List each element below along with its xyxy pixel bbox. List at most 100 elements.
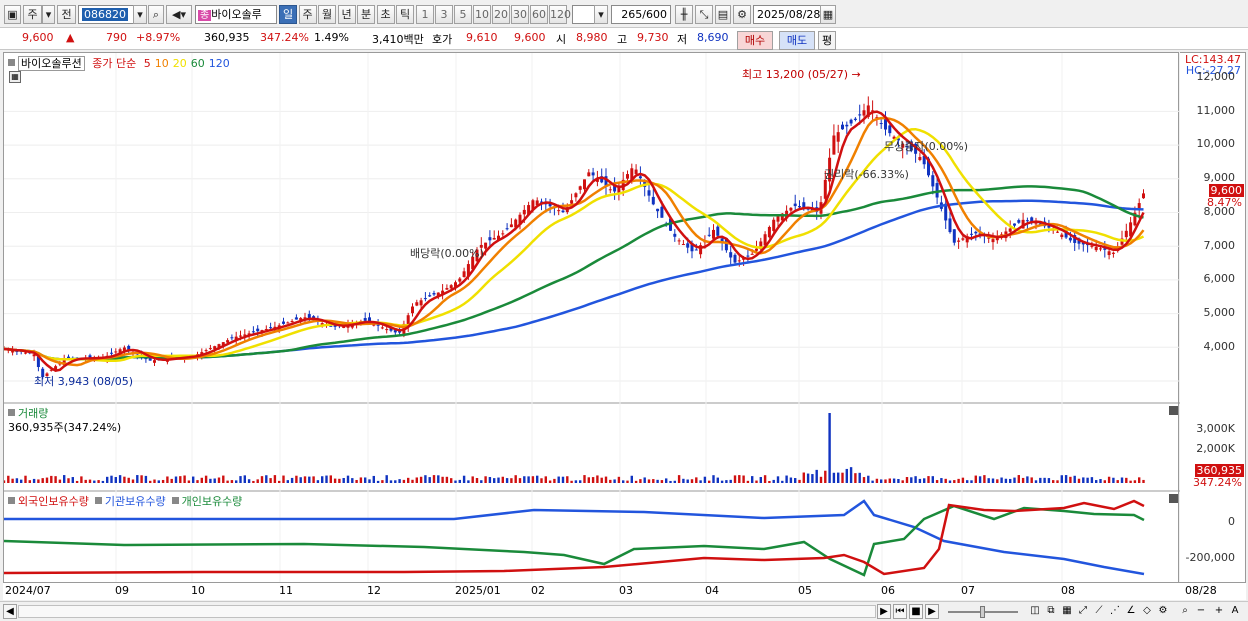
count-field[interactable]: 265/600 bbox=[611, 5, 671, 24]
panel-close-icon[interactable] bbox=[1169, 406, 1178, 415]
volume-bar bbox=[905, 477, 909, 483]
volume-bar bbox=[1009, 478, 1012, 483]
volume-bar bbox=[402, 479, 406, 483]
volume-bar bbox=[591, 477, 595, 483]
count-total: /600 bbox=[642, 8, 667, 21]
volume-bar bbox=[725, 480, 728, 483]
eval-button[interactable]: 평 bbox=[818, 31, 836, 50]
price-panel-title[interactable]: 바이오솔루션 bbox=[18, 56, 85, 71]
zoom-search-icon[interactable]: ⌕ bbox=[1178, 604, 1192, 619]
date-input[interactable]: 2025/08/28 bbox=[753, 5, 821, 24]
volume-bar bbox=[15, 478, 19, 483]
interval-tab[interactable]: 3 bbox=[435, 5, 453, 24]
trend-tool-icon[interactable]: ⟋ bbox=[1092, 604, 1106, 619]
interval-tab[interactable]: 30 bbox=[511, 5, 529, 24]
rights-annotation: 권리락(-66.33%) bbox=[824, 168, 909, 181]
chevron-down-icon[interactable]: ▾ bbox=[42, 5, 55, 24]
volume-bar bbox=[708, 480, 711, 483]
volume-bar bbox=[966, 480, 969, 483]
candle-body bbox=[509, 224, 513, 228]
gear-icon[interactable]: ⚙ bbox=[733, 5, 751, 24]
sell-button[interactable]: 매도 bbox=[779, 31, 815, 50]
grid-icon[interactable]: ▦ bbox=[9, 71, 21, 83]
scroll-left-icon[interactable]: ◀ bbox=[3, 604, 17, 619]
panel-close-icon[interactable] bbox=[1169, 494, 1178, 503]
grid-toggle-icon[interactable]: ▦ bbox=[1060, 604, 1074, 619]
candle-body bbox=[294, 317, 298, 320]
candle-body bbox=[694, 249, 698, 251]
volume-bar bbox=[4, 480, 6, 483]
interval-tab[interactable]: 60 bbox=[530, 5, 548, 24]
code-dropdown-icon[interactable]: ▾ bbox=[133, 5, 147, 24]
volume-bar bbox=[450, 478, 453, 483]
angle-tool-icon[interactable]: ∠ bbox=[1124, 604, 1138, 619]
x-tick-label: 04 bbox=[705, 584, 719, 597]
layout-icon[interactable]: ▣ bbox=[4, 5, 21, 24]
fib-tool-icon[interactable]: ⋰ bbox=[1108, 604, 1122, 619]
stock-name-field[interactable]: 종 바이오솔루 bbox=[195, 5, 277, 24]
zoom-in-icon[interactable]: + bbox=[1212, 604, 1226, 619]
stock-code-input[interactable]: 086820 bbox=[78, 5, 134, 24]
period-tab[interactable]: 년 bbox=[337, 5, 356, 24]
candle-body bbox=[1107, 251, 1111, 256]
candle-body bbox=[772, 219, 776, 231]
period-tab[interactable]: 초 bbox=[376, 5, 395, 24]
search-icon[interactable]: ⌕ bbox=[148, 5, 164, 24]
chart-area[interactable]: 최고 13,200 (05/27) → 최저 3,943 (08/05) 배당락(0… bbox=[3, 52, 1180, 600]
period-tab[interactable]: 분 bbox=[357, 5, 375, 24]
volume-bar bbox=[127, 477, 130, 483]
y-tick-label: 10,000 bbox=[1196, 137, 1236, 151]
volume-bar bbox=[471, 476, 474, 483]
play-icon[interactable]: ▶ bbox=[925, 604, 939, 619]
volume-bar bbox=[321, 476, 324, 483]
period-tab[interactable]: 틱 bbox=[396, 5, 414, 24]
candle-body bbox=[419, 300, 423, 306]
volume-bar bbox=[1043, 477, 1046, 483]
candle-body bbox=[208, 348, 212, 350]
interval-tab[interactable]: 20 bbox=[492, 5, 510, 24]
candle-body bbox=[501, 233, 505, 235]
rewind-icon[interactable]: ⏮ bbox=[893, 604, 907, 619]
interval-dropdown-icon[interactable]: ▾ bbox=[594, 5, 608, 24]
line-tool-icon[interactable]: ⤢ bbox=[1076, 604, 1090, 619]
candle-body bbox=[1099, 248, 1102, 250]
draw-icon[interactable]: ◫ bbox=[1028, 604, 1042, 619]
period-tab[interactable]: 일 bbox=[279, 5, 297, 24]
legend-box-icon bbox=[8, 59, 15, 66]
interval-tab[interactable]: 120 bbox=[549, 5, 571, 24]
stop-icon[interactable]: ■ bbox=[909, 604, 923, 619]
volume-bar bbox=[867, 475, 870, 483]
period-tab[interactable]: 월 bbox=[318, 5, 336, 24]
period-tab[interactable]: 주 bbox=[298, 5, 317, 24]
copy-icon[interactable]: ⧉ bbox=[1044, 604, 1058, 619]
volume-bar bbox=[196, 480, 199, 483]
chart-settings-icon[interactable]: ⚙ bbox=[1156, 604, 1170, 619]
interval-tab[interactable]: 5 bbox=[454, 5, 472, 24]
volume-bar bbox=[213, 478, 216, 483]
candle-body bbox=[686, 243, 690, 248]
font-size-icon[interactable]: A bbox=[1228, 604, 1242, 619]
interval-tab[interactable]: 10 bbox=[473, 5, 491, 24]
period-button[interactable]: 주 bbox=[23, 5, 42, 24]
shape-tool-icon[interactable]: ◇ bbox=[1140, 604, 1154, 619]
volume-bar bbox=[927, 476, 930, 483]
crosshair-icon[interactable]: ⤡ bbox=[695, 5, 713, 24]
calendar-icon[interactable]: ▦ bbox=[820, 5, 836, 24]
speed-slider-handle[interactable] bbox=[980, 606, 985, 618]
sound-icon[interactable]: ◀▾ bbox=[166, 5, 192, 24]
candle-body bbox=[505, 228, 509, 230]
save-icon[interactable]: ▤ bbox=[715, 5, 731, 24]
scroll-track[interactable] bbox=[18, 605, 876, 618]
volume-bar bbox=[647, 479, 651, 483]
prev-button[interactable]: 전 bbox=[57, 5, 76, 24]
volume-bar bbox=[1047, 478, 1051, 483]
zoom-out-icon[interactable]: − bbox=[1194, 604, 1208, 619]
scroll-right-icon[interactable]: ▶ bbox=[877, 604, 891, 619]
interval-tab[interactable]: 1 bbox=[416, 5, 434, 24]
volume-bar bbox=[888, 478, 891, 483]
y-tick-label: 7,000 bbox=[1203, 238, 1236, 252]
buy-button[interactable]: 매수 bbox=[737, 31, 773, 50]
volume-bar bbox=[699, 480, 702, 483]
candle-icon[interactable]: ╫ bbox=[675, 5, 693, 24]
x-tick-label: 08/28 bbox=[1185, 584, 1217, 597]
